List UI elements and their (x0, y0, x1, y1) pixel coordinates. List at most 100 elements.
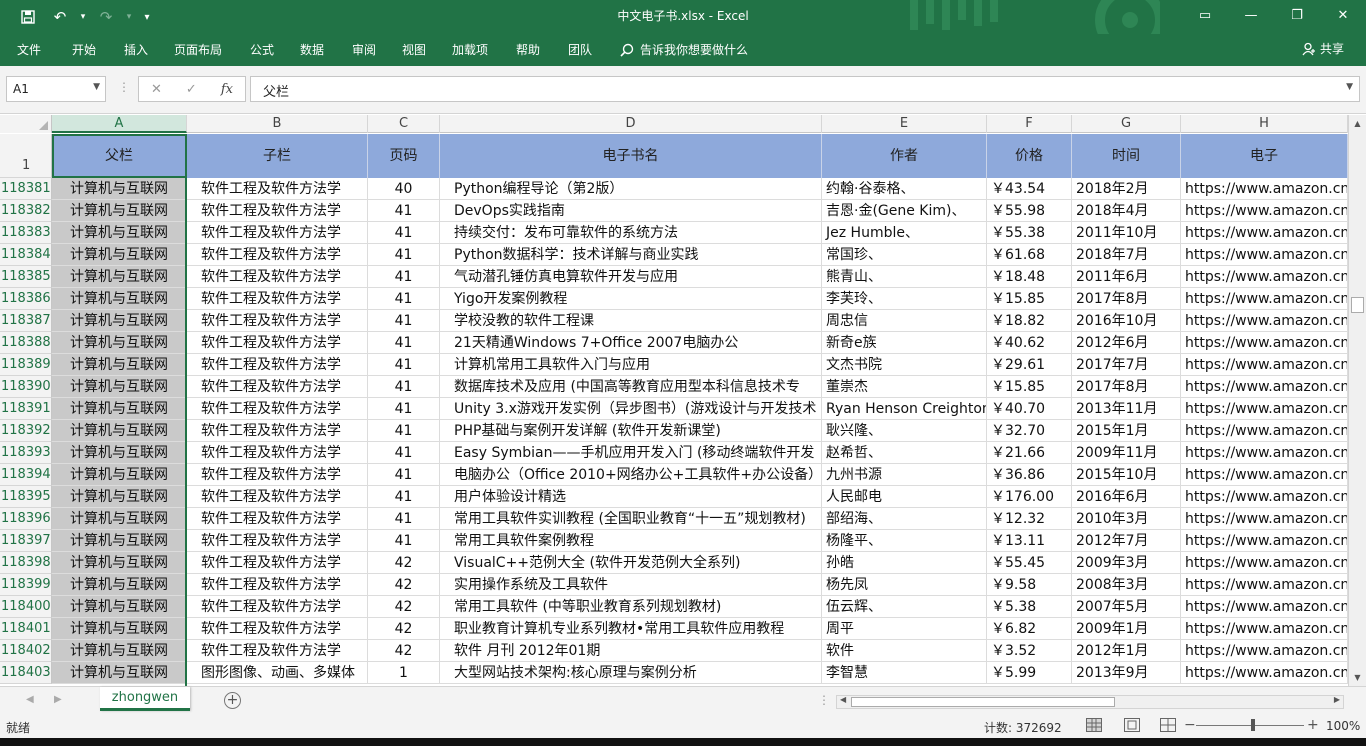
worksheet-grid[interactable]: ABCDEFGH 1 118381 118382 118383 118384 118385… (0, 115, 1348, 686)
cell[interactable]: 新奇e族 (822, 332, 987, 354)
cell[interactable]: 计算机与互联网 (52, 596, 187, 618)
cell[interactable]: 人民邮电 (822, 486, 987, 508)
cell[interactable]: ￥40.70 (987, 398, 1072, 420)
row-header[interactable]: 118401 (0, 618, 52, 640)
new-sheet-button[interactable]: + (224, 692, 241, 709)
cell[interactable]: ￥43.54 (987, 178, 1072, 200)
cell[interactable]: https://www.amazon.cn (1181, 398, 1348, 420)
cell[interactable]: 计算机与互联网 (52, 222, 187, 244)
cell[interactable]: 软件工程及软件方法学 (187, 244, 368, 266)
cell[interactable]: Easy Symbian——手机应用开发入门 (移动终端软件开发 (440, 442, 822, 464)
cell[interactable]: 计算机与互联网 (52, 376, 187, 398)
cell[interactable]: ￥9.58 (987, 574, 1072, 596)
cell[interactable]: https://www.amazon.cn (1181, 266, 1348, 288)
cell[interactable]: https://www.amazon.cn (1181, 332, 1348, 354)
cell[interactable]: 41 (368, 310, 440, 332)
row-header[interactable]: 118396 (0, 508, 52, 530)
cell[interactable]: 软件工程及软件方法学 (187, 222, 368, 244)
tab-page-layout[interactable]: 页面布局 (174, 41, 222, 58)
tab-home[interactable]: 开始 (72, 41, 96, 58)
cell[interactable]: https://www.amazon.cn (1181, 178, 1348, 200)
scroll-right-icon[interactable]: ▶ (1334, 695, 1340, 704)
cell[interactable]: ￥21.66 (987, 442, 1072, 464)
horizontal-scroll-thumb[interactable] (851, 697, 1115, 707)
cell[interactable]: 软件工程及软件方法学 (187, 552, 368, 574)
cell[interactable]: 41 (368, 332, 440, 354)
next-sheet-icon[interactable]: ▶ (54, 694, 62, 705)
expand-formula-icon[interactable]: ▼ (1346, 82, 1353, 92)
cell[interactable]: 计算机与互联网 (52, 310, 187, 332)
cell[interactable]: VisualC++范例大全 (软件开发范例大全系列) (440, 552, 822, 574)
row-header[interactable]: 118386 (0, 288, 52, 310)
cell[interactable]: 计算机常用工具软件入门与应用 (440, 354, 822, 376)
header-cell[interactable]: 电子 (1181, 134, 1348, 178)
zoom-slider[interactable] (1196, 725, 1304, 726)
scroll-left-icon[interactable]: ◀ (840, 695, 846, 704)
cell[interactable]: ￥15.85 (987, 288, 1072, 310)
page-break-view-button[interactable] (1160, 718, 1176, 732)
cell[interactable]: 用户体验设计精选 (440, 486, 822, 508)
cell[interactable]: Yigo开发案例教程 (440, 288, 822, 310)
ribbon-display-button[interactable]: ▭ (1182, 0, 1228, 30)
tab-addins[interactable]: 加载项 (452, 41, 488, 58)
cell[interactable]: 2016年10月 (1072, 310, 1181, 332)
cell[interactable]: 常用工具软件 (中等职业教育系列规划教材) (440, 596, 822, 618)
cell[interactable]: 计算机与互联网 (52, 200, 187, 222)
cell[interactable]: Python编程导论（第2版） (440, 178, 822, 200)
cell[interactable]: https://www.amazon.cn (1181, 486, 1348, 508)
cell[interactable]: 软件工程及软件方法学 (187, 420, 368, 442)
cell[interactable]: 软件 (822, 640, 987, 662)
tell-me-search[interactable]: 告诉我你想要做什么 (620, 41, 748, 58)
cell[interactable]: 41 (368, 222, 440, 244)
header-cell[interactable]: 时间 (1072, 134, 1181, 178)
scroll-up-icon[interactable]: ▲ (1351, 117, 1364, 130)
tab-review[interactable]: 审阅 (352, 41, 376, 58)
cell[interactable]: 2008年3月 (1072, 574, 1181, 596)
cell[interactable]: 2012年1月 (1072, 640, 1181, 662)
tab-split-handle[interactable]: ⋮ (818, 693, 830, 707)
cell[interactable]: 计算机与互联网 (52, 178, 187, 200)
cell[interactable]: 计算机与互联网 (52, 508, 187, 530)
cell[interactable]: ￥55.98 (987, 200, 1072, 222)
cell[interactable]: 计算机与互联网 (52, 662, 187, 684)
restore-button[interactable]: ❐ (1274, 0, 1320, 30)
row-header[interactable]: 118399 (0, 574, 52, 596)
cell[interactable]: 吉恩·金(Gene Kim)、 (822, 200, 987, 222)
row-header[interactable]: 118392 (0, 420, 52, 442)
cell[interactable]: 大型网站技术架构:核心原理与案例分析 (440, 662, 822, 684)
cell[interactable]: 软件工程及软件方法学 (187, 530, 368, 552)
cell[interactable]: Unity 3.x游戏开发实例（异步图书）(游戏设计与开发技术 (440, 398, 822, 420)
header-cell[interactable]: 价格 (987, 134, 1072, 178)
cell[interactable]: 软件工程及软件方法学 (187, 310, 368, 332)
cell[interactable]: 软件工程及软件方法学 (187, 288, 368, 310)
cell[interactable]: https://www.amazon.cn (1181, 574, 1348, 596)
row-header[interactable]: 118381 (0, 178, 52, 200)
header-cell[interactable]: 父栏 (52, 134, 187, 178)
cell[interactable]: https://www.amazon.cn (1181, 420, 1348, 442)
cell[interactable]: 计算机与互联网 (52, 420, 187, 442)
minimize-button[interactable]: — (1228, 0, 1274, 30)
row-header[interactable]: 118393 (0, 442, 52, 464)
cell[interactable]: 计算机与互联网 (52, 574, 187, 596)
cell[interactable]: ￥55.38 (987, 222, 1072, 244)
row-header[interactable]: 118385 (0, 266, 52, 288)
cell[interactable]: 41 (368, 442, 440, 464)
cell[interactable]: 耿兴隆、 (822, 420, 987, 442)
column-header-d[interactable]: D (440, 115, 822, 133)
cell[interactable]: PHP基础与案例开发详解 (软件开发新课堂) (440, 420, 822, 442)
row-header[interactable]: 118390 (0, 376, 52, 398)
cell[interactable]: 42 (368, 618, 440, 640)
cell[interactable]: 41 (368, 398, 440, 420)
tab-formulas[interactable]: 公式 (250, 41, 274, 58)
cell[interactable]: 40 (368, 178, 440, 200)
cell[interactable]: 41 (368, 508, 440, 530)
row-header[interactable]: 118383 (0, 222, 52, 244)
row-header[interactable]: 118403 (0, 662, 52, 684)
cell[interactable]: https://www.amazon.cn (1181, 222, 1348, 244)
cell[interactable]: https://www.amazon.cn (1181, 508, 1348, 530)
cell[interactable]: ￥32.70 (987, 420, 1072, 442)
cell[interactable]: https://www.amazon.cn (1181, 596, 1348, 618)
cell[interactable]: 软件工程及软件方法学 (187, 596, 368, 618)
cell[interactable]: https://www.amazon.cn (1181, 618, 1348, 640)
cell[interactable]: 常国珍、 (822, 244, 987, 266)
